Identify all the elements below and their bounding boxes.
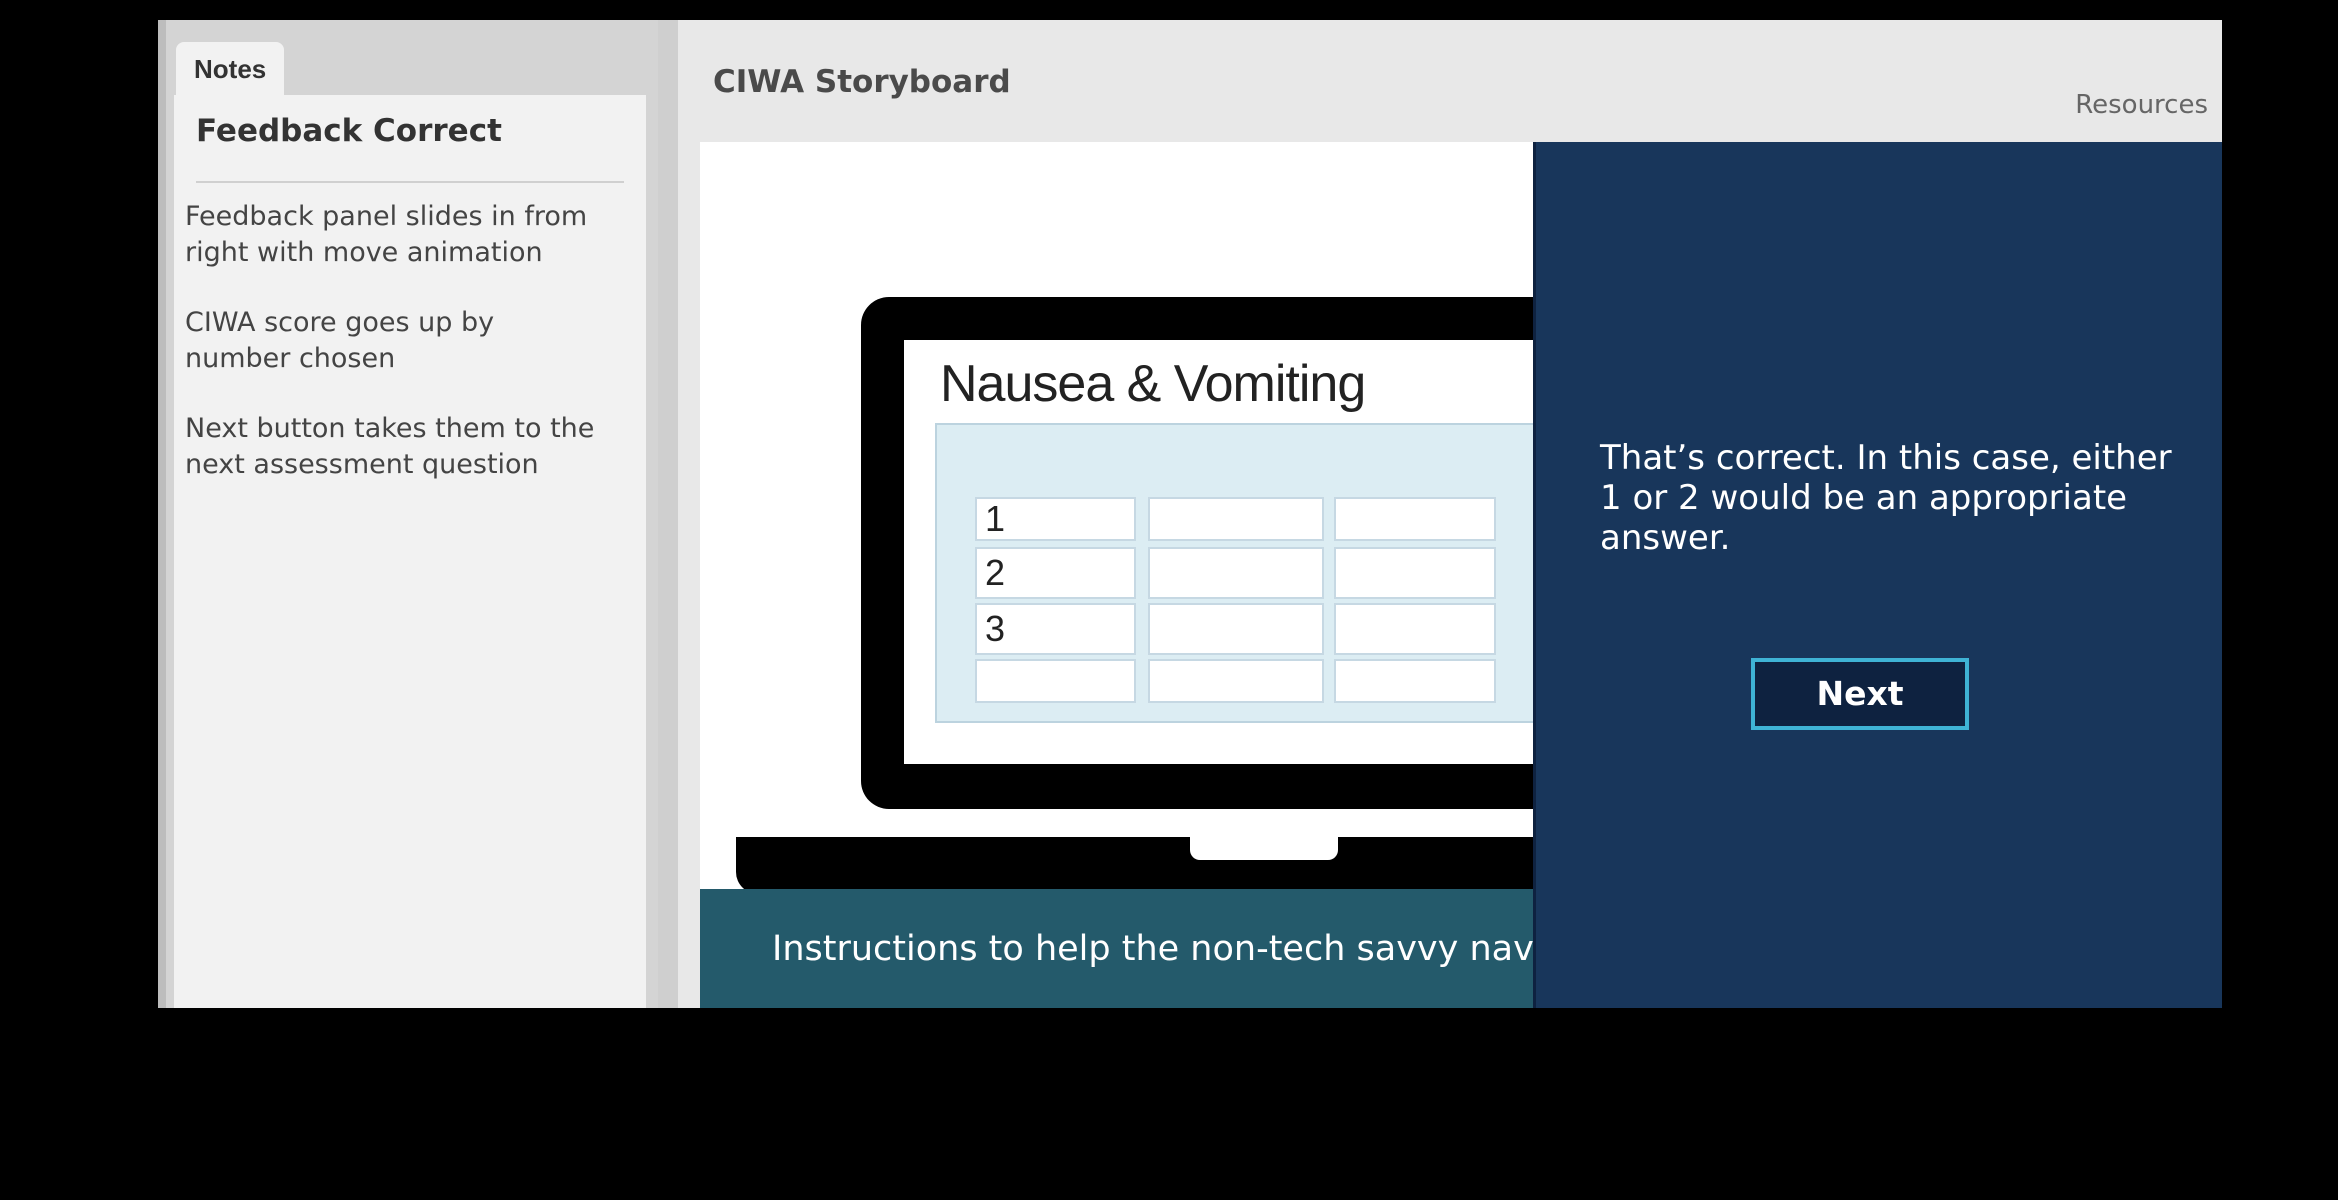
feedback-message: That’s correct. In this case, either 1 o… <box>1600 438 2172 558</box>
notes-body: Feedback Correct Feedback panel slides i… <box>174 95 646 1008</box>
notes-panel: Notes Feedback Correct Feedback panel sl… <box>158 20 658 1008</box>
score-cell[interactable] <box>975 659 1136 703</box>
score-table: 1 2 3 <box>935 423 1604 723</box>
resources-link[interactable]: Resources <box>2075 90 2208 120</box>
laptop-base <box>736 837 1636 894</box>
note-item: CIWA score goes up by number chosen <box>185 307 495 374</box>
laptop-display: Nausea & Vomiting 1 2 3 <box>904 340 1604 764</box>
score-cell[interactable]: 3 <box>975 603 1136 655</box>
laptop-notch <box>1190 836 1338 860</box>
note-item: Feedback panel slides in from right with… <box>185 201 588 268</box>
score-cell[interactable] <box>1148 497 1324 541</box>
score-cell[interactable] <box>1334 603 1496 655</box>
score-cell[interactable]: 1 <box>975 497 1136 541</box>
instruction-text: Instructions to help the non-tech savvy … <box>772 929 1623 969</box>
score-cell[interactable] <box>1148 547 1324 599</box>
app-screen: Notes Feedback Correct Feedback panel sl… <box>158 20 2222 1008</box>
storyboard-title: CIWA Storyboard <box>713 64 1011 100</box>
notes-divider <box>196 181 624 183</box>
score-cell[interactable] <box>1334 659 1496 703</box>
panel-gutter <box>658 20 678 1008</box>
feedback-panel: That’s correct. In this case, either 1 o… <box>1533 142 2222 1008</box>
score-cell[interactable] <box>1334 497 1496 541</box>
note-item: Next button takes them to the next asses… <box>185 413 595 480</box>
score-cell[interactable] <box>1148 603 1324 655</box>
slide-canvas: Nausea & Vomiting 1 2 3 Instructions to … <box>700 142 2222 1008</box>
score-cell[interactable]: 2 <box>975 547 1136 599</box>
notes-title: Feedback Correct <box>196 113 502 149</box>
notes-list: Feedback panel slides in from right with… <box>185 199 605 517</box>
score-cell[interactable] <box>1148 659 1324 703</box>
notes-tab[interactable]: Notes <box>176 42 285 96</box>
score-cell[interactable] <box>1334 547 1496 599</box>
slide-heading: Nausea & Vomiting <box>940 355 1366 413</box>
next-button[interactable]: Next <box>1751 658 1969 730</box>
storyboard-main: CIWA Storyboard Resources Nausea & Vomit… <box>678 20 2222 1008</box>
